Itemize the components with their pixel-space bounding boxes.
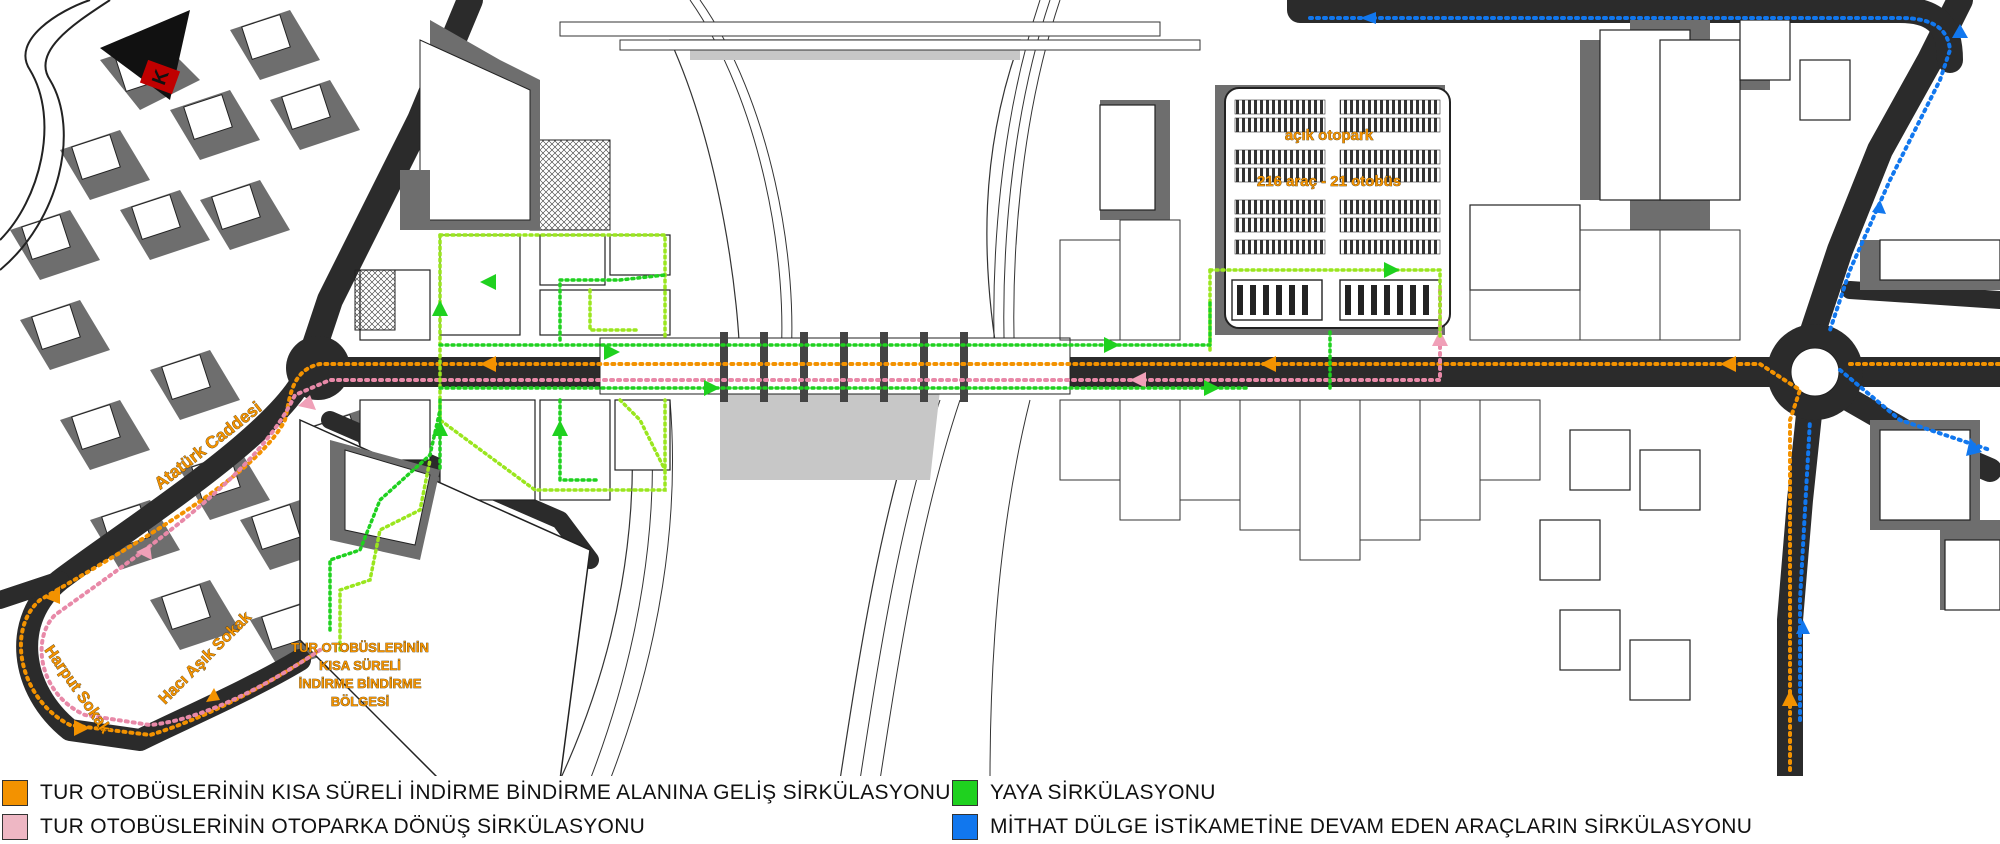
legend-item-orange: TUR OTOBÜSLERİNİN KISA SÜRELİ İNDİRME Bİ… bbox=[2, 778, 951, 808]
legend-label-orange: TUR OTOBÜSLERİNİN KISA SÜRELİ İNDİRME Bİ… bbox=[40, 781, 951, 804]
legend-item-pink: TUR OTOBÜSLERİNİN OTOPARKA DÖNÜŞ SİRKÜLA… bbox=[2, 812, 645, 842]
svg-text:BÖLGESİ: BÖLGESİ bbox=[331, 694, 390, 709]
legend-item-blue: MİTHAT DÜLGE İSTİKAMETİNE DEVAM EDEN ARA… bbox=[952, 812, 1752, 842]
parking-capacity-label: 216 araç - 21 otobüs bbox=[1257, 173, 1401, 190]
open-parking-lot bbox=[1215, 85, 1451, 335]
legend-swatch-blue bbox=[952, 814, 978, 840]
legend-swatch-pink bbox=[2, 814, 28, 840]
legend-label-green: YAYA SİRKÜLASYONU bbox=[990, 781, 1216, 804]
legend-swatch-orange bbox=[2, 780, 28, 806]
svg-text:KISA SÜRELİ: KISA SÜRELİ bbox=[319, 658, 401, 673]
svg-text:İNDİRME BİNDİRME: İNDİRME BİNDİRME bbox=[299, 676, 422, 691]
parking-title-label: açık otopark bbox=[1285, 127, 1374, 144]
hatched-roof bbox=[529, 139, 611, 231]
svg-text:TUR OTOBÜSLERİNİN: TUR OTOBÜSLERİNİN bbox=[291, 640, 429, 655]
site-circulation-map: K açık otopark 216 araç - 21 otobüs Atat… bbox=[0, 0, 2000, 780]
legend-label-blue: MİTHAT DÜLGE İSTİKAMETİNE DEVAM EDEN ARA… bbox=[990, 815, 1753, 838]
legend-label-pink: TUR OTOBÜSLERİNİN OTOPARKA DÖNÜŞ SİRKÜLA… bbox=[40, 815, 646, 838]
legend-swatch-green bbox=[952, 780, 978, 806]
legend-item-green: YAYA SİRKÜLASYONU bbox=[952, 778, 1216, 808]
top-bridge bbox=[559, 21, 1201, 51]
legend: TUR OTOBÜSLERİNİN KISA SÜRELİ İNDİRME Bİ… bbox=[0, 776, 2000, 844]
